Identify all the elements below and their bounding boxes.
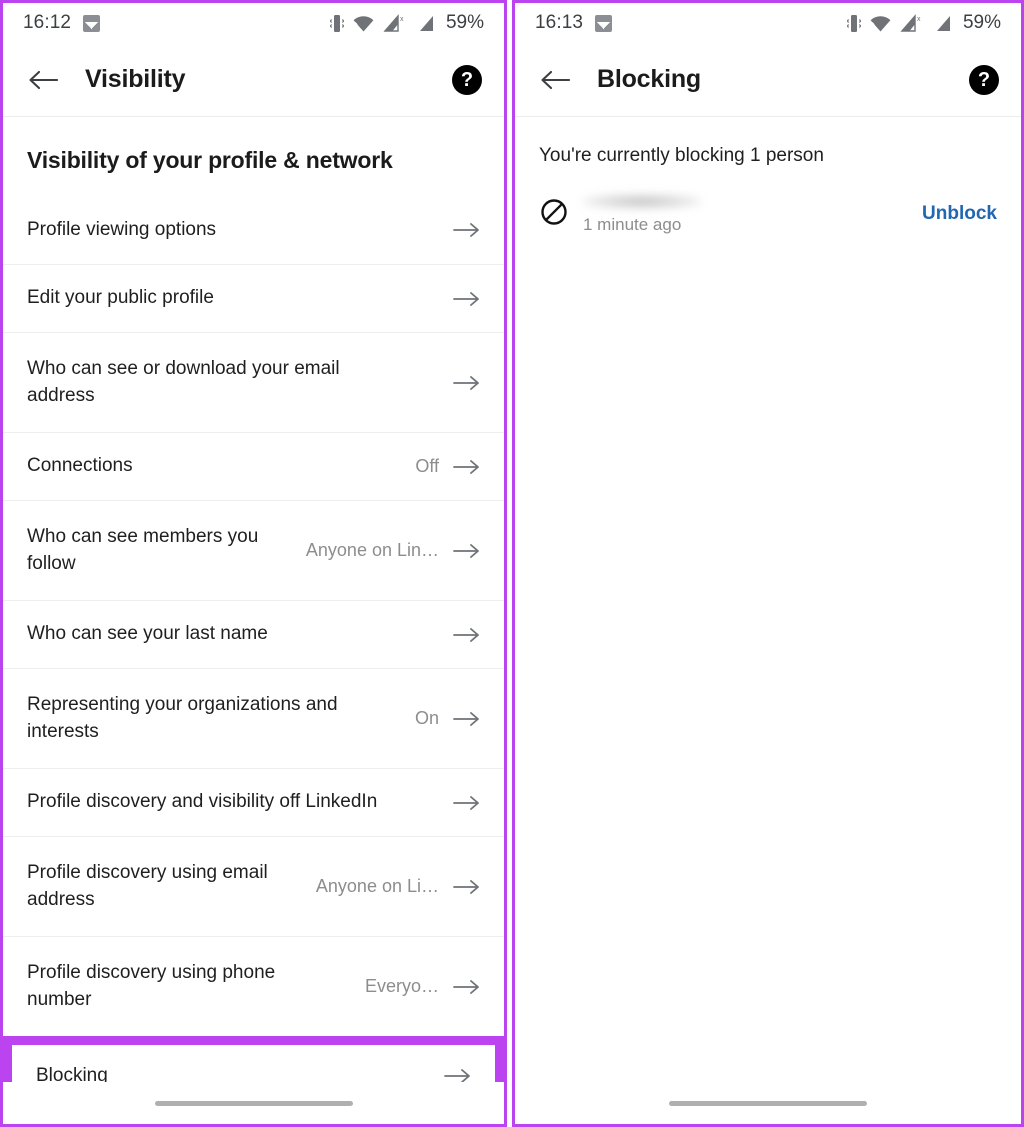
block-icon — [539, 197, 569, 232]
wifi-icon — [353, 15, 374, 32]
right-status-bar: 16:13 x 59% — [515, 3, 1021, 43]
setting-row-profile-discovery-phone[interactable]: Profile discovery using phone number Eve… — [3, 936, 504, 1036]
row-label: Profile discovery using phone number — [27, 961, 276, 1010]
row-label: Blocking — [36, 1064, 108, 1082]
section-title: Visibility of your profile & network — [27, 147, 393, 173]
visibility-settings-list: Visibility of your profile & network Pro… — [3, 117, 504, 1082]
chevron-right-icon — [439, 374, 480, 392]
help-icon[interactable]: ? — [969, 64, 999, 95]
row-label: Who can see or download your email addre… — [27, 357, 340, 406]
right-nav-bar — [515, 1082, 1021, 1124]
battery-percent: 59% — [445, 12, 484, 33]
left-nav-bar — [3, 1082, 504, 1124]
chevron-right-icon — [453, 878, 480, 896]
row-label: Profile discovery and visibility off Lin… — [27, 791, 378, 813]
unblock-button[interactable]: Unblock — [922, 203, 997, 225]
row-label: Who can see your last name — [27, 623, 268, 645]
signal-no-sim-icon: x — [383, 13, 409, 33]
signal-icon — [418, 14, 435, 33]
page-title: Visibility — [85, 65, 186, 93]
signal-no-sim-icon: x — [900, 13, 926, 33]
setting-row-connections[interactable]: Connections Off — [3, 432, 504, 500]
status-time: 16:13 — [535, 12, 584, 33]
screenshot-stage: 16:12 x 59% Visibility ? Visibility of y… — [0, 0, 1024, 1127]
row-label: Profile discovery using email address — [27, 861, 268, 910]
blocking-content: You're currently blocking 1 person 1 min… — [515, 117, 1021, 1082]
vibrate-icon — [329, 14, 344, 33]
setting-row-who-can-see-your-last-name[interactable]: Who can see your last name — [3, 600, 504, 668]
row-value: On — [414, 708, 439, 728]
svg-text:x: x — [400, 16, 404, 23]
battery-percent: 59% — [962, 12, 1001, 33]
image-icon — [83, 14, 101, 32]
setting-row-profile-discovery-off-linkedin[interactable]: Profile discovery and visibility off Lin… — [3, 768, 504, 836]
svg-text:x: x — [917, 16, 921, 23]
blocked-person-name — [583, 193, 701, 210]
chevron-right-icon — [439, 290, 480, 308]
page-title: Blocking — [597, 65, 701, 93]
chevron-right-icon — [439, 626, 480, 644]
row-value: Anyone on Lin… — [305, 540, 439, 560]
setting-row-email-address-visibility[interactable]: Who can see or download your email addre… — [3, 332, 504, 432]
row-label: Who can see members you follow — [27, 525, 259, 574]
back-arrow-icon[interactable] — [23, 60, 63, 100]
row-value: Anyone on Li… — [315, 876, 439, 896]
home-indicator[interactable] — [154, 1100, 353, 1106]
chevron-right-icon — [453, 542, 480, 560]
chevron-right-icon — [453, 710, 480, 728]
chevron-right-icon — [453, 978, 480, 996]
blocked-person-timestamp: 1 minute ago — [583, 215, 682, 234]
right-app-bar: Blocking ? — [515, 43, 1021, 117]
row-label: Edit your public profile — [27, 287, 214, 309]
help-icon[interactable]: ? — [452, 64, 482, 95]
setting-row-representing-your-organizations[interactable]: Representing your organizations and inte… — [3, 668, 504, 768]
chevron-right-icon — [439, 221, 480, 239]
status-icons: x 59% — [329, 12, 484, 34]
back-arrow-icon[interactable] — [535, 60, 575, 100]
left-status-bar: 16:12 x 59% — [3, 3, 504, 43]
chevron-right-icon — [439, 794, 480, 812]
row-label: Connections — [27, 455, 133, 477]
setting-row-blocking[interactable]: Blocking — [12, 1045, 495, 1082]
status-time: 16:12 — [23, 12, 72, 33]
image-icon — [595, 14, 613, 32]
vibrate-icon — [846, 14, 861, 33]
row-label: Profile viewing options — [27, 218, 217, 240]
setting-row-profile-viewing-options[interactable]: Profile viewing options — [3, 196, 504, 264]
blocking-row-highlight: Blocking — [3, 1036, 504, 1082]
chevron-right-icon — [453, 458, 480, 476]
blocked-person-info: 1 minute ago — [583, 193, 701, 235]
row-value: Everyo… — [364, 976, 439, 996]
row-value: Off — [415, 456, 439, 476]
setting-row-profile-discovery-email[interactable]: Profile discovery using email address An… — [3, 836, 504, 936]
chevron-right-icon — [430, 1067, 471, 1082]
blocking-count-note: You're currently blocking 1 person — [539, 145, 824, 166]
right-phone-panel: 16:13 x 59% Blocking ? You're currently … — [512, 0, 1024, 1127]
wifi-icon — [870, 15, 891, 32]
setting-row-edit-your-public-profile[interactable]: Edit your public profile — [3, 264, 504, 332]
status-icons: x 59% — [846, 12, 1001, 34]
home-indicator[interactable] — [669, 1100, 867, 1106]
left-phone-panel: 16:12 x 59% Visibility ? Visibility of y… — [0, 0, 507, 1127]
setting-row-who-can-see-members-you-follow[interactable]: Who can see members you follow Anyone on… — [3, 500, 504, 600]
blocked-person-row: 1 minute ago Unblock — [515, 167, 1021, 235]
signal-icon — [935, 14, 952, 33]
left-app-bar: Visibility ? — [3, 43, 504, 117]
row-label: Representing your organizations and inte… — [27, 693, 338, 742]
